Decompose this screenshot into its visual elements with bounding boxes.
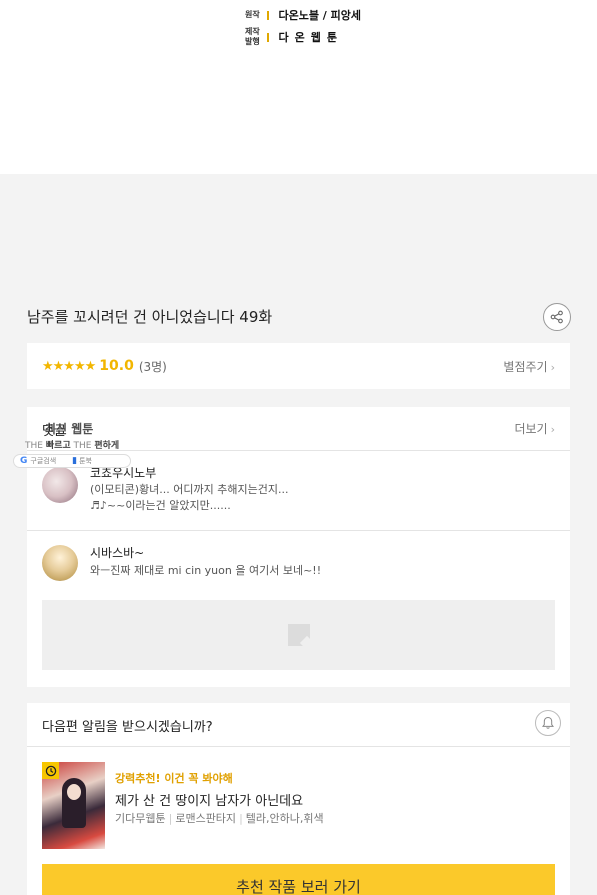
credit-divider xyxy=(267,32,269,42)
notify-question: 다음편 알림을 받으시겠습니까? xyxy=(42,720,213,735)
search-label: 구글검색 xyxy=(30,457,57,465)
rate-button[interactable]: 별점주기 › xyxy=(503,358,555,375)
credits-header: 원작 다온노블 / 피앙세 제작 발행 다온웹툰 xyxy=(0,0,597,174)
star-rating: ★★★★★ xyxy=(42,358,96,374)
thumbnail-face xyxy=(67,784,81,800)
clock-icon xyxy=(42,762,59,779)
comment-line: 와ㅡ진짜 제대로 mi cin yuon 을 여기서 보네~!! xyxy=(90,564,322,577)
meta-separator: | xyxy=(168,812,173,825)
divider xyxy=(27,746,570,747)
notify-bell-button[interactable] xyxy=(535,710,561,736)
comment-text: 와ㅡ진짜 제대로 mi cin yuon 을 여기서 보네~!! xyxy=(90,563,540,579)
meta-separator: | xyxy=(239,812,243,825)
meta-item: 로맨스판타지 xyxy=(175,812,237,825)
meta-item: 기다무웹툰 xyxy=(115,812,166,825)
comment-username[interactable]: 시바스바~ xyxy=(90,544,144,561)
rating-score: 10.0 xyxy=(99,358,134,374)
divider xyxy=(27,530,570,531)
credit-key-line: 발행 xyxy=(245,37,260,46)
widget-search-bar[interactable]: G 구글검색 ▮ 툰북 xyxy=(13,454,131,468)
episode-title: 남주를 꼬시려던 건 아니었습니다 49화 xyxy=(27,308,273,326)
rating-votes: (3명) xyxy=(138,359,167,374)
bookmark-icon: ▮ xyxy=(72,456,78,466)
recommendation-tag: 강력추천! 이건 꼭 봐야해 xyxy=(115,772,233,785)
share-icon xyxy=(550,310,563,324)
avatar[interactable] xyxy=(42,467,78,503)
credit-value: 다온노블 / 피앙세 xyxy=(278,9,362,22)
bell-icon xyxy=(542,716,554,729)
image-placeholder-icon xyxy=(287,624,310,646)
tagline-part: 빠르고 xyxy=(45,441,71,451)
credit-key-line: 제작 xyxy=(245,27,260,36)
meta-item: 텔라,안하나,휘색 xyxy=(245,812,324,825)
chevron-right-icon: › xyxy=(550,360,555,374)
avatar[interactable] xyxy=(42,545,78,581)
google-icon: G xyxy=(20,456,28,466)
chevron-right-icon: › xyxy=(550,423,555,436)
rate-button-label: 별점주기 xyxy=(503,359,548,374)
credit-row-production: 제작 발행 다온웹툰 xyxy=(245,27,343,47)
tagline-part: THE xyxy=(73,441,92,451)
comments-more-button[interactable]: 더보기 › xyxy=(514,420,555,437)
comments-more-label: 더보기 xyxy=(514,422,548,436)
widget-tagline: THE 빠르고 THE 편하게 xyxy=(25,438,135,451)
share-button[interactable] xyxy=(543,303,571,331)
notify-card: 다음편 알림을 받으시겠습니까? 강력추천! 이건 꼭 봐야해 제가 산 건 땅… xyxy=(27,703,570,895)
latest-webtoon-widget[interactable]: 최신 웹툰 THE 빠르고 THE 편하게 G 구글검색 ▮ 툰북 xyxy=(13,420,135,468)
comment-text: (이모티콘)황녀... 어디까지 추해지는건지... ♬♪~~이라는건 알았지만… xyxy=(90,482,540,514)
recommendation-meta: 기다무웹툰 | 로맨스판타지 | 텔라,안하나,휘색 xyxy=(115,810,324,826)
tagline-part: THE xyxy=(25,441,43,451)
view-recommendation-button[interactable]: 추천 작품 보러 가기 xyxy=(42,864,555,895)
ad-placeholder[interactable] xyxy=(42,600,555,670)
credit-key: 제작 발행 xyxy=(245,27,267,47)
credit-key: 원작 xyxy=(245,10,260,19)
credit-row-original: 원작 다온노블 / 피앙세 xyxy=(245,7,361,23)
comment-line: (이모티콘)황녀... 어디까지 추해지는건지... xyxy=(90,483,289,496)
recommendation-title[interactable]: 제가 산 건 땅이지 남자가 아닌데요 xyxy=(115,790,303,809)
comment-line: ♬♪~~이라는건 알았지만...... xyxy=(90,499,231,512)
credit-value: 다온웹툰 xyxy=(278,31,343,44)
credit-divider xyxy=(267,10,269,20)
recommendation-thumbnail[interactable] xyxy=(42,762,105,849)
rating-card: ★★★★★ 10.0 (3명) 별점주기 › xyxy=(27,343,570,389)
tagline-part: 편하게 xyxy=(94,441,120,451)
bookmark-label: 툰북 xyxy=(79,457,92,465)
clock-glyph xyxy=(45,765,56,776)
widget-title: 최신 웹툰 xyxy=(45,422,94,436)
